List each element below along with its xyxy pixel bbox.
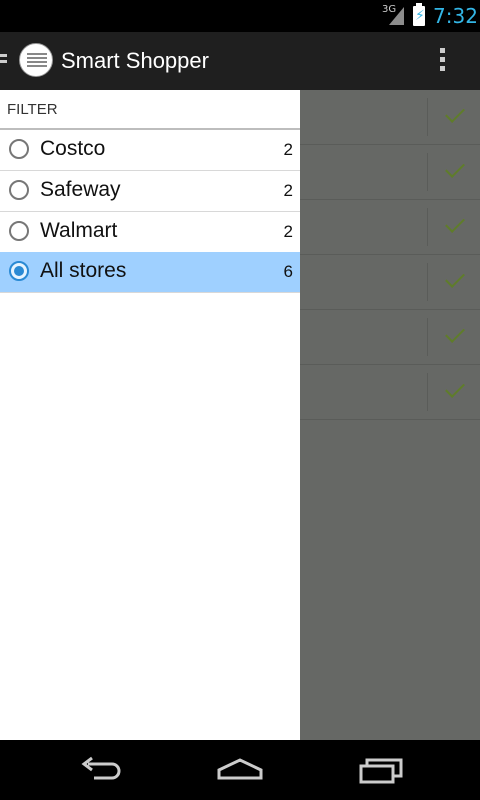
store-filter-costco[interactable]: Costco 2 [0,130,300,171]
checkmark-icon[interactable] [445,103,465,123]
store-count: 2 [283,140,293,159]
signal-icon [389,7,404,25]
store-count: 6 [283,262,293,281]
checkmark-icon[interactable] [445,268,465,288]
radio-button[interactable] [9,180,29,200]
store-name: Costco [40,137,106,160]
checkmark-icon[interactable] [445,158,465,178]
store-name: All stores [40,259,127,282]
list-item[interactable] [300,145,480,200]
list-item[interactable] [300,90,480,145]
list-item[interactable] [300,365,480,420]
overflow-menu-icon[interactable] [440,48,446,74]
checkmark-icon[interactable] [445,378,465,398]
store-name: Walmart [40,219,118,242]
battery-charging-icon: ⚡ [413,3,425,26]
back-icon[interactable] [78,754,122,786]
radio-button-selected[interactable] [9,261,29,281]
list-item[interactable] [300,255,480,310]
navigation-bar [0,740,480,800]
status-bar: 3G ⚡ 7:32 [0,0,480,32]
list-item[interactable] [300,200,480,255]
list-item[interactable] [300,310,480,365]
checkmark-icon[interactable] [445,323,465,343]
drawer-indicator-icon[interactable] [0,54,7,69]
store-name: Safeway [40,178,121,201]
store-filter-walmart[interactable]: Walmart 2 [0,212,300,253]
action-bar: Smart Shopper [0,32,480,90]
status-time: 7:32 [433,4,478,28]
radio-button[interactable] [9,139,29,159]
filter-header: FILTER [0,90,300,130]
store-filter-all-stores[interactable]: All stores 6 [0,252,300,293]
store-filter-safeway[interactable]: Safeway 2 [0,171,300,212]
home-icon[interactable] [216,754,264,786]
app-title: Smart Shopper [61,48,209,73]
shopping-list-content [300,90,480,740]
app-notepad-icon[interactable] [19,43,53,77]
checkmark-icon[interactable] [445,213,465,233]
store-count: 2 [283,222,293,241]
filter-drawer: FILTER Costco 2 Safeway 2 Walmart 2 All … [0,90,300,740]
radio-button[interactable] [9,221,29,241]
store-count: 2 [283,181,293,200]
recent-apps-icon[interactable] [358,754,404,786]
filter-header-label: FILTER [7,101,58,118]
